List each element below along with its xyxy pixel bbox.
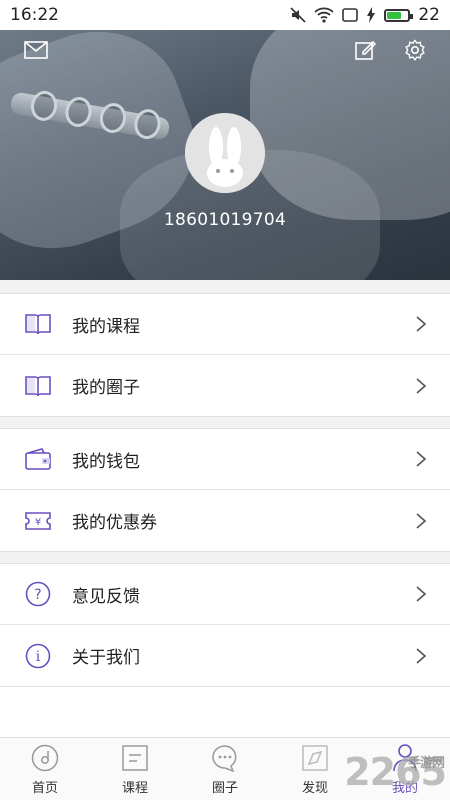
discover-icon [300,743,330,773]
menu-item-my-circles[interactable]: 我的圈子 [0,355,450,416]
menu-item-label: 我的圈子 [72,378,140,398]
chevron-right-icon [416,512,427,529]
info-icon: i [24,642,52,670]
book-icon [24,372,52,400]
mute-icon [290,7,306,23]
menu-item-label: 意见反馈 [72,586,140,607]
rabbit-avatar-icon [185,113,265,193]
svg-text:¥: ¥ [35,517,41,528]
menu-item-my-coupons[interactable]: ¥ 我的优惠券 [0,490,450,551]
tab-label: 首页 [31,781,58,796]
settings-gear-icon[interactable] [402,38,428,62]
question-icon: ? [24,580,52,608]
chevron-right-icon [416,377,427,394]
coupon-icon: ¥ [24,507,52,535]
chevron-right-icon [416,647,427,664]
menu-item-about-us[interactable]: i 关于我们 [0,625,450,686]
chevron-right-icon [416,316,427,332]
tab-label: 圈子 [211,781,238,796]
battery-icon [384,8,414,22]
book-icon [24,310,52,338]
mail-icon[interactable] [23,38,49,62]
menu-item-my-courses[interactable]: 我的课程 [0,294,450,355]
wallet-icon [24,445,52,473]
tab-home[interactable]: 首页 [0,738,90,800]
content-spacer [0,687,450,737]
chevron-right-icon [416,451,427,467]
menu-item-feedback[interactable]: ? 意见反馈 [0,564,450,625]
menu-item-label: 我的课程 [72,316,140,337]
tab-circles[interactable]: 圈子 [180,738,270,800]
wifi-icon [314,7,334,23]
chevron-right-icon [416,586,427,602]
menu-group-support: ? 意见反馈 i 关于我们 [0,563,450,687]
charging-icon [367,7,376,23]
svg-text:?: ? [34,587,41,603]
watermark-logo: 2265 手游网 [344,750,447,794]
status-bar: 16:22 22 [0,0,450,30]
menu-group-courses: 我的课程 我的圈子 [0,293,450,417]
svg-text:i: i [36,649,41,665]
music-disc-icon [30,743,60,773]
tab-label: 发现 [301,781,328,796]
menu-group-wallet: 我的钱包 ¥ 我的优惠券 [0,428,450,552]
status-icons: 22 [290,5,440,25]
screen-icon [342,8,359,22]
document-icon [120,743,150,773]
avatar[interactable] [185,113,265,193]
menu-item-label: 我的优惠券 [72,513,157,533]
watermark-subtext: 手游网 [407,756,445,771]
chat-bubble-icon [210,743,240,773]
battery-level: 22 [418,5,440,25]
profile-header: 18601019704 [0,30,450,280]
tab-courses[interactable]: 课程 [90,738,180,800]
menu-item-label: 我的钱包 [72,451,140,472]
phone-number: 18601019704 [163,210,287,230]
menu-item-my-wallet[interactable]: 我的钱包 [0,429,450,490]
tab-label: 课程 [121,781,148,796]
status-time: 16:22 [10,5,59,25]
edit-icon[interactable] [352,38,378,62]
menu-item-label: 关于我们 [72,648,140,668]
